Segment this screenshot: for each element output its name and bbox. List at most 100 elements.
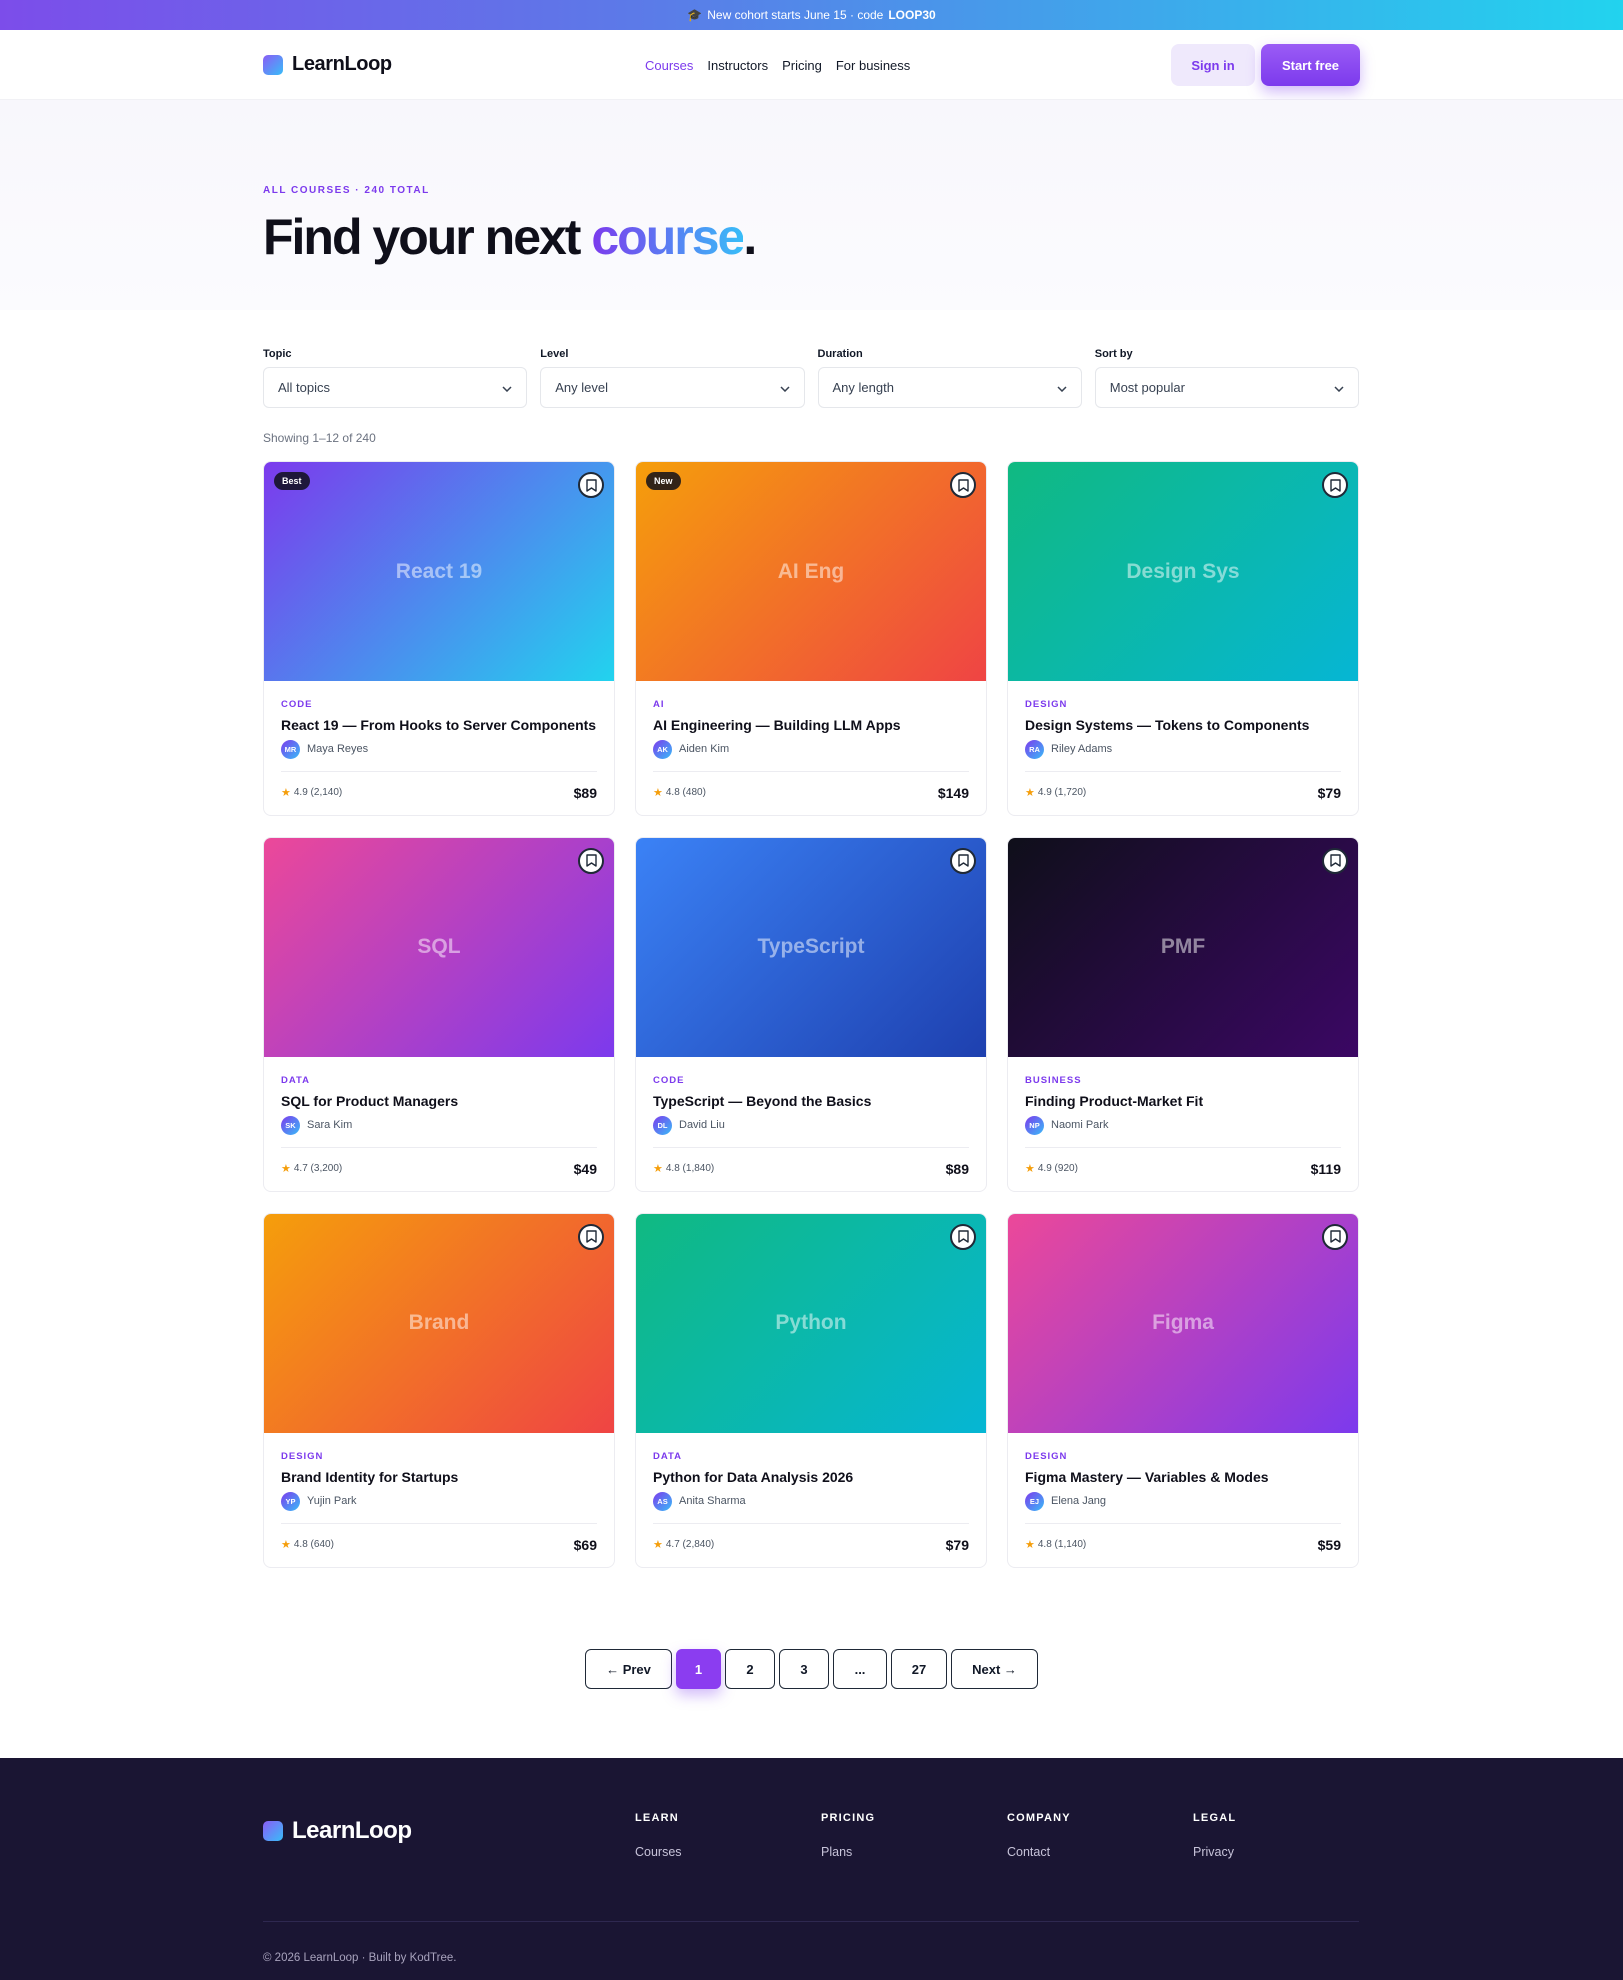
sort-select[interactable]: Most popular <box>1094 367 1359 408</box>
bookmark-icon[interactable] <box>1322 847 1348 874</box>
course-card[interactable]: Python DATA Python for Data Analysis 202… <box>635 1212 987 1568</box>
promo-banner: 🎓 New cohort starts June 15 · code LOOP3… <box>0 0 1623 30</box>
course-thumbnail: Python <box>636 1213 986 1433</box>
footer-col-company: COMPANY Contact <box>1007 1812 1071 1859</box>
footer-link-plans[interactable]: Plans <box>821 1845 875 1859</box>
page-title-highlight: course <box>591 209 745 265</box>
prev-page-button[interactable]: ← Prev <box>585 1649 672 1689</box>
course-title[interactable]: AI Engineering — Building LLM Apps <box>653 716 969 735</box>
course-rating: ★ 4.8 (640) <box>281 1538 334 1551</box>
page-title-part: Find your next <box>263 209 592 265</box>
course-title[interactable]: Design Systems — Tokens to Components <box>1025 716 1341 735</box>
nav-link-instructors[interactable]: Instructors <box>707 58 768 73</box>
course-rating: ★ 4.8 (1,140) <box>1025 1538 1086 1551</box>
footer-divider <box>263 1921 1359 1922</box>
bookmark-icon[interactable] <box>950 847 976 874</box>
course-card[interactable]: React 19 Best CODE React 19 — From Hooks… <box>263 461 615 816</box>
sign-in-button[interactable]: Sign in <box>1171 44 1255 86</box>
course-card[interactable]: AI Eng New AI AI Engineering — Building … <box>635 461 987 816</box>
course-title[interactable]: TypeScript — Beyond the Basics <box>653 1092 969 1111</box>
course-card[interactable]: SQL DATA SQL for Product Managers SK Sar… <box>263 836 615 1192</box>
course-instructor: NP Naomi Park <box>1025 1115 1341 1135</box>
logo[interactable]: LearnLoop <box>263 53 392 76</box>
avatar: AS <box>653 1491 672 1511</box>
brand-name: LearnLoop <box>292 53 392 75</box>
bookmark-icon[interactable] <box>950 1223 976 1250</box>
avatar: NP <box>1025 1115 1044 1135</box>
nav-links: Courses Instructors Pricing For business <box>645 30 910 100</box>
bookmark-icon[interactable] <box>1322 1223 1348 1250</box>
course-instructor: DL David Liu <box>653 1115 969 1135</box>
course-price: $89 <box>945 1160 969 1177</box>
bookmark-icon[interactable] <box>578 847 604 874</box>
page-2-button[interactable]: 2 <box>725 1649 775 1689</box>
chevron-down-icon <box>1057 380 1067 395</box>
nav-link-pricing[interactable]: Pricing <box>782 58 822 73</box>
course-rating: ★ 4.9 (2,140) <box>281 786 342 799</box>
filter-label: Topic <box>263 348 292 360</box>
filter-topic: Topic All topics <box>263 348 528 408</box>
page-27-button[interactable]: 27 <box>891 1649 947 1689</box>
instructor-name: Yujin Park <box>307 1495 357 1508</box>
star-icon: ★ <box>281 1539 291 1552</box>
page-title: Find your next course. <box>263 208 757 266</box>
bookmark-icon[interactable] <box>578 472 604 498</box>
page-3-button[interactable]: 3 <box>779 1649 829 1689</box>
footer-link-contact[interactable]: Contact <box>1007 1845 1071 1859</box>
filter-label: Sort by <box>1094 348 1133 360</box>
chevron-down-icon <box>1334 380 1344 395</box>
bookmark-icon[interactable] <box>950 472 976 498</box>
course-title[interactable]: Finding Product-Market Fit <box>1025 1092 1341 1111</box>
course-thumbnail: AI Eng New <box>636 462 986 681</box>
course-title[interactable]: Python for Data Analysis 2026 <box>653 1468 969 1487</box>
avatar: AK <box>653 739 672 759</box>
footer-heading: LEARN <box>635 1812 679 1824</box>
instructor-name: Sara Kim <box>307 1119 353 1132</box>
bookmark-icon[interactable] <box>1322 472 1348 498</box>
select-value: Any level <box>555 380 608 395</box>
course-title[interactable]: React 19 — From Hooks to Server Componen… <box>281 716 597 735</box>
course-price: $49 <box>573 1160 597 1177</box>
page-title-period: . <box>743 209 757 265</box>
instructor-name: Naomi Park <box>1051 1119 1109 1132</box>
course-card[interactable]: TypeScript CODE TypeScript — Beyond the … <box>635 836 987 1192</box>
course-rating: ★ 4.7 (3,200) <box>281 1162 342 1175</box>
rating-value: 4.9 (2,140) <box>293 787 343 799</box>
course-card[interactable]: Brand DESIGN Brand Identity for Startups… <box>263 1212 615 1568</box>
course-title[interactable]: Figma Mastery — Variables & Modes <box>1025 1468 1341 1487</box>
footer-link-privacy[interactable]: Privacy <box>1193 1845 1236 1859</box>
filter-duration: Duration Any length <box>817 348 1082 408</box>
course-category: AI <box>653 699 665 710</box>
logo-mark-icon <box>263 1821 283 1841</box>
course-rating: ★ 4.8 (480) <box>653 786 706 799</box>
bookmark-icon[interactable] <box>578 1223 604 1250</box>
rating-value: 4.7 (3,200) <box>293 1163 343 1175</box>
topic-select[interactable]: All topics <box>263 367 528 408</box>
thumbnail-title: React 19 <box>395 559 483 583</box>
filter-level: Level Any level <box>540 348 805 408</box>
footer-logo[interactable]: LearnLoop <box>263 1817 412 1845</box>
nav-link-courses[interactable]: Courses <box>645 58 693 73</box>
course-card[interactable]: Figma DESIGN Figma Mastery — Variables &… <box>1007 1212 1359 1568</box>
course-card[interactable]: Design Sys DESIGN Design Systems — Token… <box>1007 461 1359 816</box>
course-title[interactable]: SQL for Product Managers <box>281 1092 597 1111</box>
course-card[interactable]: PMF BUSINESS Finding Product-Market Fit … <box>1007 836 1359 1192</box>
course-thumbnail: React 19 Best <box>264 462 614 681</box>
filter-bar: Topic All topics Level Any level Duratio… <box>263 348 1359 408</box>
top-navbar: LearnLoop Courses Instructors Pricing Fo… <box>0 30 1623 100</box>
results-count: Showing 1–12 of 240 <box>263 431 376 445</box>
next-page-button[interactable]: Next → <box>951 1649 1038 1689</box>
course-category: DESIGN <box>1025 1450 1068 1462</box>
start-free-button[interactable]: Start free <box>1261 44 1360 86</box>
level-select[interactable]: Any level <box>540 367 805 408</box>
course-instructor: EJ Elena Jang <box>1025 1491 1341 1511</box>
footer-heading: COMPANY <box>1007 1812 1071 1824</box>
star-icon: ★ <box>281 1163 291 1176</box>
select-value: Any length <box>832 380 894 395</box>
page-1-button[interactable]: 1 <box>676 1649 721 1689</box>
footer-link-courses[interactable]: Courses <box>635 1845 682 1859</box>
course-title[interactable]: Brand Identity for Startups <box>281 1468 597 1487</box>
duration-select[interactable]: Any length <box>817 367 1082 408</box>
star-icon: ★ <box>1025 1163 1035 1176</box>
nav-link-for-business[interactable]: For business <box>836 58 910 73</box>
